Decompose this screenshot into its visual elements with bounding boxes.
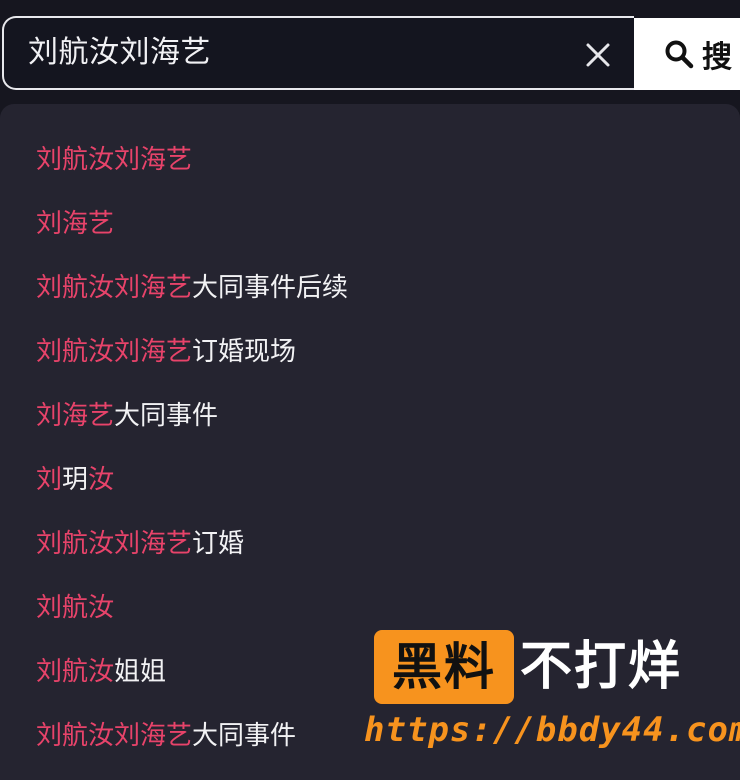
suggestion-highlight: 刘海艺 xyxy=(36,401,115,431)
search-input[interactable]: 刘航汝刘海艺 xyxy=(28,18,211,88)
suggestion-highlight: 刘航汝 xyxy=(36,657,115,687)
suggestion-rest: 玥 xyxy=(62,465,89,495)
suggestion-item[interactable]: 刘海艺 xyxy=(36,204,114,244)
watermark-brand-plain: 不打烊 xyxy=(520,637,683,697)
search-field[interactable]: 刘航汝刘海艺 xyxy=(2,16,634,90)
suggestion-highlight: 刘航汝刘海艺 xyxy=(36,273,193,303)
suggestion-item[interactable]: 刘航汝姐姐 xyxy=(36,652,166,692)
suggestion-item[interactable]: 刘玥汝 xyxy=(36,460,114,500)
suggestion-rest: 订婚 xyxy=(192,529,245,559)
watermark: 黑料 不打烊 https://bbdy44.com xyxy=(360,628,740,758)
suggestion-highlight: 汝 xyxy=(88,465,115,495)
suggestion-item[interactable]: 刘航汝刘海艺大同事件 xyxy=(36,716,296,756)
suggestion-highlight: 刘航汝刘海艺 xyxy=(36,337,193,367)
watermark-brand-boxed: 黑料 xyxy=(392,638,496,696)
search-button[interactable]: 搜 xyxy=(634,18,740,90)
suggestion-highlight: 刘航汝刘海艺 xyxy=(36,529,193,559)
suggestion-highlight: 刘航汝刘海艺 xyxy=(36,721,193,751)
suggestion-rest: 大同事件后续 xyxy=(192,273,349,303)
suggestion-rest: 订婚现场 xyxy=(192,337,297,367)
search-icon xyxy=(665,40,694,69)
watermark-url: https://bbdy44.com xyxy=(364,710,740,750)
suggestion-highlight: 刘航汝刘海艺 xyxy=(36,145,193,175)
suggestion-highlight: 刘海艺 xyxy=(36,209,115,239)
suggestion-item[interactable]: 刘航汝刘海艺 xyxy=(36,140,192,180)
search-bar: 刘航汝刘海艺 搜 xyxy=(0,0,740,100)
suggestion-item[interactable]: 刘海艺大同事件 xyxy=(36,396,218,436)
suggestion-highlight: 刘航汝 xyxy=(36,593,115,623)
search-button-label: 搜 xyxy=(702,40,732,75)
suggestion-rest: 大同事件 xyxy=(192,721,297,751)
suggestion-rest: 姐姐 xyxy=(114,657,167,687)
suggestion-item[interactable]: 刘航汝刘海艺订婚现场 xyxy=(36,332,296,372)
suggestion-item[interactable]: 刘航汝刘海艺订婚 xyxy=(36,524,244,564)
suggestion-rest: 大同事件 xyxy=(114,401,219,431)
suggestion-item[interactable]: 刘航汝 xyxy=(36,588,114,628)
suggestion-highlight: 刘 xyxy=(36,465,63,495)
suggestion-item[interactable]: 刘航汝刘海艺大同事件后续 xyxy=(36,268,348,308)
close-icon[interactable] xyxy=(584,41,612,69)
